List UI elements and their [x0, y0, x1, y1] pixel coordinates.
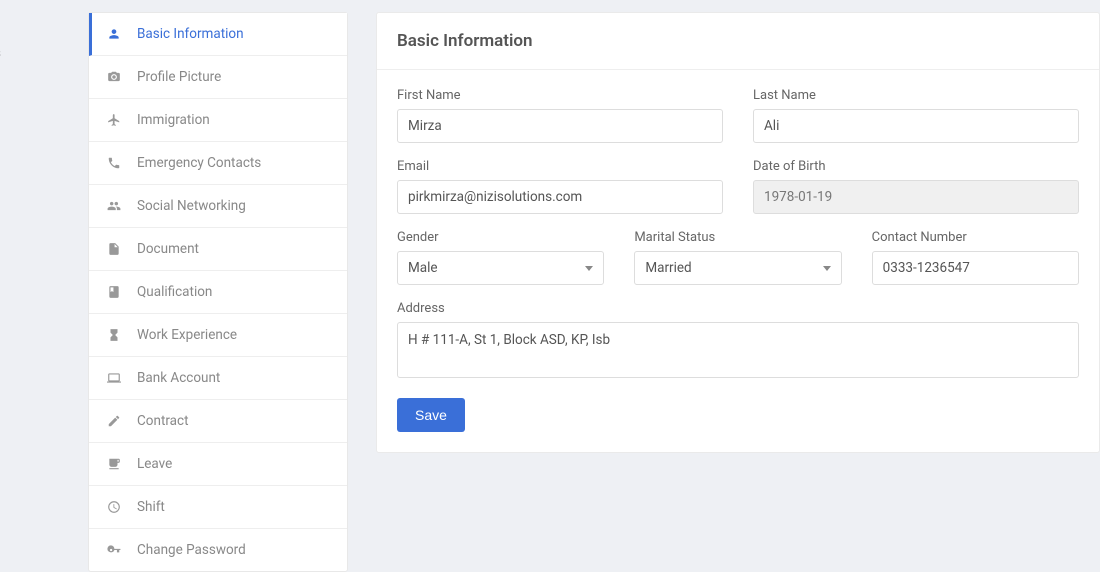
users-icon [105, 197, 123, 215]
sidebar-item-contract[interactable]: Contract [89, 400, 347, 443]
user-icon [105, 25, 123, 43]
panel-body: First Name Last Name Email Date of Birth… [377, 70, 1099, 378]
gender-label: Gender [397, 230, 604, 245]
contact-input[interactable] [872, 251, 1079, 285]
sidebar-item-document[interactable]: Document [89, 228, 347, 271]
phone-icon [105, 154, 123, 172]
chevron-down-icon [823, 266, 831, 271]
email-input[interactable] [397, 180, 723, 214]
book-icon [105, 283, 123, 301]
pencil-icon [105, 412, 123, 430]
laptop-icon [105, 369, 123, 387]
sidebar-item-social-networking[interactable]: Social Networking [89, 185, 347, 228]
first-name-input[interactable] [397, 109, 723, 143]
sidebar-item-label: Contract [137, 413, 189, 429]
sidebar-item-label: Profile Picture [137, 69, 221, 85]
sidebar-item-label: Shift [137, 499, 165, 515]
truncated-text: ts [0, 46, 1, 61]
address-textarea[interactable] [397, 322, 1079, 378]
document-icon [105, 240, 123, 258]
sidebar-item-basic-information[interactable]: Basic Information [89, 13, 347, 56]
camera-icon [105, 68, 123, 86]
address-label: Address [397, 301, 1079, 316]
save-button[interactable]: Save [397, 398, 465, 432]
sidebar-item-label: Work Experience [137, 327, 237, 343]
chevron-down-icon [585, 266, 593, 271]
marital-select[interactable]: Married [634, 251, 841, 285]
sidebar-item-bank-account[interactable]: Bank Account [89, 357, 347, 400]
sidebar-item-label: Immigration [137, 112, 210, 128]
sidebar-item-change-password[interactable]: Change Password [89, 529, 347, 571]
sidebar-item-work-experience[interactable]: Work Experience [89, 314, 347, 357]
first-name-label: First Name [397, 88, 723, 103]
sidebar-item-label: Bank Account [137, 370, 220, 386]
dob-label: Date of Birth [753, 159, 1079, 174]
marital-value: Married [645, 260, 691, 276]
sidebar-item-label: Emergency Contacts [137, 155, 261, 171]
sidebar-item-label: Document [137, 241, 199, 257]
hourglass-icon [105, 326, 123, 344]
key-icon [105, 541, 123, 559]
sidebar-item-label: Social Networking [137, 198, 246, 214]
sidebar-item-shift[interactable]: Shift [89, 486, 347, 529]
sidebar-item-label: Leave [137, 456, 172, 472]
contact-label: Contact Number [872, 230, 1079, 245]
gender-select[interactable]: Male [397, 251, 604, 285]
coffee-icon [105, 455, 123, 473]
sidebar-item-profile-picture[interactable]: Profile Picture [89, 56, 347, 99]
email-label: Email [397, 159, 723, 174]
sidebar-item-emergency-contacts[interactable]: Emergency Contacts [89, 142, 347, 185]
sidebar-item-qualification[interactable]: Qualification [89, 271, 347, 314]
plane-icon [105, 111, 123, 129]
sidebar-item-leave[interactable]: Leave [89, 443, 347, 486]
dob-input[interactable] [753, 180, 1079, 214]
sidebar-item-label: Change Password [137, 542, 246, 558]
gender-value: Male [408, 260, 438, 276]
sidebar-item-label: Qualification [137, 284, 212, 300]
sidebar-item-label: Basic Information [137, 26, 244, 42]
marital-label: Marital Status [634, 230, 841, 245]
panel-title: Basic Information [377, 13, 1099, 70]
clock-icon [105, 498, 123, 516]
last-name-label: Last Name [753, 88, 1079, 103]
sidebar: Basic Information Profile Picture Immigr… [88, 12, 348, 572]
basic-info-panel: Basic Information First Name Last Name E… [376, 12, 1100, 453]
last-name-input[interactable] [753, 109, 1079, 143]
sidebar-item-immigration[interactable]: Immigration [89, 99, 347, 142]
